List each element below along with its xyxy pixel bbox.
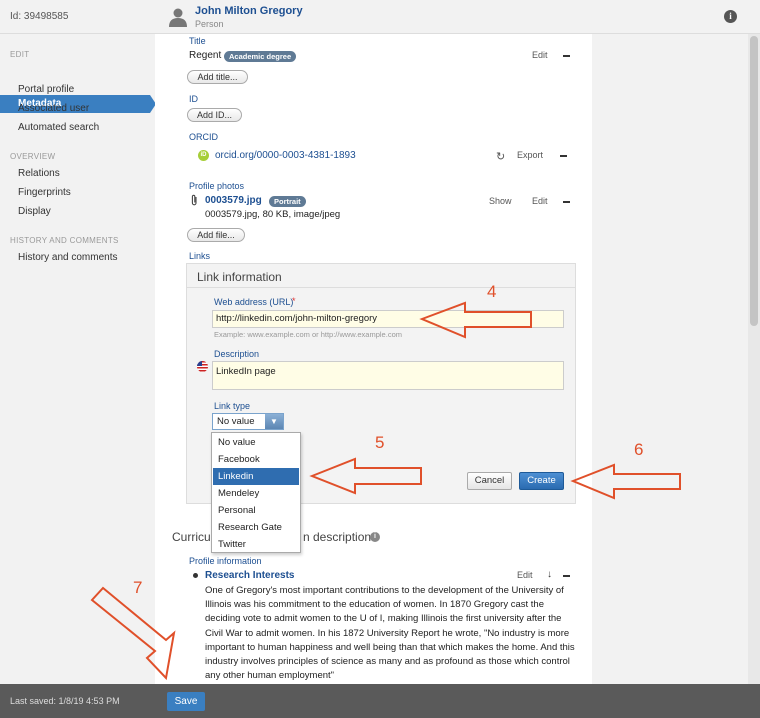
url-input[interactable]: http://linkedin.com/john-milton-gregory: [212, 310, 564, 328]
profile-information-label: Profile information: [189, 556, 262, 566]
photo-remove-icon[interactable]: [563, 201, 570, 203]
add-id-button[interactable]: Add ID...: [187, 108, 242, 122]
sidebar-heading-history: HISTORY AND COMMENTS: [10, 236, 119, 245]
sidebar-item-automated-search[interactable]: Automated search: [18, 122, 99, 133]
save-button[interactable]: Save: [167, 692, 205, 711]
option-linkedin[interactable]: Linkedin: [213, 468, 299, 485]
create-button[interactable]: Create: [519, 472, 564, 490]
option-mendeley[interactable]: Mendeley: [213, 485, 299, 502]
cv-heading-right: n description: [303, 530, 372, 544]
option-no-value[interactable]: No value: [213, 434, 299, 451]
links-label: Links: [189, 251, 211, 261]
sidebar-heading-edit: EDIT: [10, 50, 30, 59]
title-edit-link[interactable]: Edit: [532, 50, 548, 60]
profile-photos-label: Profile photos: [189, 181, 245, 191]
chevron-down-icon[interactable]: ▼: [265, 414, 283, 429]
research-interests-text: One of Gregory's most important contribu…: [205, 585, 575, 682]
id-label: ID: [189, 94, 198, 104]
orcid-label: ORCID: [189, 132, 218, 142]
cancel-button[interactable]: Cancel: [467, 472, 512, 490]
annotation-number-7: 7: [133, 578, 143, 597]
cv-heading-left: Curricu: [172, 530, 211, 544]
orcid-export-link[interactable]: Export: [517, 150, 543, 160]
move-down-icon[interactable]: ↓: [547, 569, 552, 580]
url-label: Web address (URL): [214, 297, 294, 307]
option-twitter[interactable]: Twitter: [213, 536, 299, 553]
sidebar: EDIT Metadata Portal profile Associated …: [0, 34, 156, 684]
description-label: Description: [214, 349, 260, 359]
option-facebook[interactable]: Facebook: [213, 451, 299, 468]
sidebar-item-history[interactable]: History and comments: [18, 252, 117, 263]
sidebar-item-portal-profile[interactable]: Portal profile: [18, 84, 74, 95]
add-file-button[interactable]: Add file...: [187, 228, 245, 242]
link-information-heading: Link information: [197, 270, 282, 284]
refresh-icon[interactable]: ↻: [496, 150, 505, 163]
annotation-number-6: 6: [634, 440, 644, 459]
title-remove-icon[interactable]: [563, 55, 570, 57]
sidebar-item-display[interactable]: Display: [18, 206, 51, 217]
academic-degree-badge: Academic degree: [224, 51, 297, 62]
right-gutter: [592, 34, 748, 684]
research-remove-icon[interactable]: [563, 575, 570, 577]
link-type-label: Link type: [214, 401, 251, 411]
photo-edit-link[interactable]: Edit: [532, 196, 548, 206]
top-bar: Id: 39498585 John Milton Gregory Person …: [0, 0, 760, 34]
title-label: Title: [189, 36, 206, 46]
bullet: [193, 573, 198, 578]
person-name[interactable]: John Milton Gregory: [195, 5, 303, 17]
paperclip-icon: [191, 194, 197, 206]
footer-bar: Last saved: 1/8/19 4:53 PM Save: [0, 684, 760, 718]
content-id: Id: 39498585: [10, 11, 69, 22]
sidebar-item-relations[interactable]: Relations: [18, 168, 60, 179]
info-icon[interactable]: i: [724, 10, 737, 23]
required-mark: *: [292, 296, 296, 306]
scrollbar-thumb[interactable]: [750, 36, 758, 326]
option-personal[interactable]: Personal: [213, 502, 299, 519]
description-textarea[interactable]: LinkedIn page: [212, 361, 564, 390]
sidebar-item-fingerprints[interactable]: Fingerprints: [18, 187, 71, 198]
orcid-remove-icon[interactable]: [560, 155, 567, 157]
photo-file-info: 0003579.jpg, 80 KB, image/jpeg: [205, 209, 341, 220]
orcid-icon: iD: [198, 150, 209, 161]
photo-show-link[interactable]: Show: [489, 196, 512, 206]
orcid-link[interactable]: orcid.org/0000-0003-4381-1893: [215, 150, 356, 161]
person-icon: [169, 8, 187, 27]
title-value: Regent: [189, 50, 222, 61]
research-edit-link[interactable]: Edit: [517, 570, 533, 580]
divider: [187, 287, 575, 288]
sidebar-item-associated-user[interactable]: Associated user: [18, 103, 89, 114]
annotation-number-4: 4: [487, 282, 497, 301]
person-type: Person: [195, 19, 224, 29]
research-interests-title[interactable]: Research Interests: [205, 570, 295, 581]
add-title-button[interactable]: Add title...: [187, 70, 248, 84]
portrait-badge: Portrait: [269, 196, 306, 207]
photo-file-link[interactable]: 0003579.jpg: [205, 195, 262, 206]
option-research-gate[interactable]: Research Gate: [213, 519, 299, 536]
url-hint: Example: www.example.com or http://www.e…: [214, 330, 402, 339]
annotation-number-5: 5: [375, 433, 385, 452]
help-icon[interactable]: i: [370, 532, 380, 542]
us-flag-icon[interactable]: [197, 361, 208, 372]
link-type-dropdown: No value Facebook Linkedin Mendeley Pers…: [211, 432, 301, 553]
last-saved-status: Last saved: 1/8/19 4:53 PM: [10, 696, 120, 706]
sidebar-heading-overview: OVERVIEW: [10, 152, 56, 161]
